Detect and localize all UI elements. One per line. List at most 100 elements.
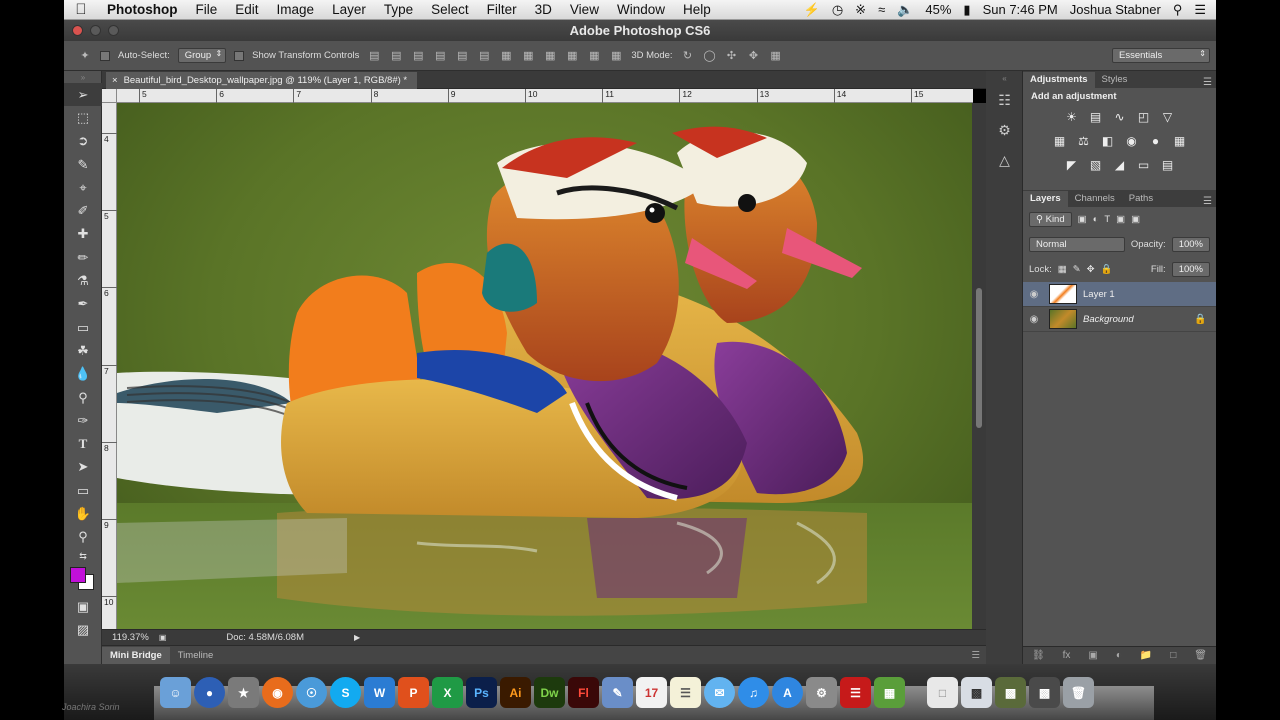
tab-adjustments[interactable]: Adjustments xyxy=(1023,72,1095,88)
quick-select-tool-icon[interactable]: ✎ xyxy=(64,153,102,176)
image-stack-icon[interactable]: ▩ xyxy=(995,677,1026,708)
photo-filter-icon[interactable]: ◉ xyxy=(1122,131,1142,151)
tools-panel-header[interactable]: » xyxy=(64,71,102,83)
paint-bucket-tool-icon[interactable]: ☘ xyxy=(64,339,102,362)
itunes-icon[interactable]: ♫ xyxy=(738,677,769,708)
screenshot-icon[interactable]: ▩ xyxy=(961,677,992,708)
distribute-vcenter-icon[interactable]: ▦ xyxy=(521,49,535,63)
menu-user[interactable]: Joshua Stabner xyxy=(1070,2,1161,17)
excel-icon[interactable]: X xyxy=(432,677,463,708)
3d-drag-icon[interactable]: ✣ xyxy=(725,49,739,63)
system-preferences-icon[interactable]: ⚙ xyxy=(806,677,837,708)
menu-edit[interactable]: Edit xyxy=(226,2,267,17)
healing-brush-tool-icon[interactable]: ✚ xyxy=(64,223,102,246)
firefox-icon[interactable]: ◉ xyxy=(262,677,293,708)
layer-kind-filter[interactable]: ⚲ Kind xyxy=(1029,212,1072,227)
gradient-map-icon[interactable]: ▭ xyxy=(1134,155,1154,175)
close-window-button[interactable] xyxy=(72,25,83,36)
screen-mode-icon[interactable]: ▨ xyxy=(64,618,102,641)
bluetooth-icon[interactable]: ※ xyxy=(855,2,866,18)
bottom-panel-menu-icon[interactable]: ☰ xyxy=(971,650,986,661)
layer-visibility-eye-icon[interactable]: ◉ xyxy=(1023,289,1045,300)
tab-styles[interactable]: Styles xyxy=(1095,72,1135,88)
skype-icon[interactable]: S xyxy=(330,677,361,708)
threshold-icon[interactable]: ◢ xyxy=(1110,155,1130,175)
adjustment-filter-icon[interactable]: ◐ xyxy=(1093,214,1099,225)
minimize-window-button[interactable] xyxy=(90,25,101,36)
menu-view[interactable]: View xyxy=(561,2,608,17)
battery-status[interactable]: 45% xyxy=(925,2,951,17)
align-hcenter-icon[interactable]: ▤ xyxy=(455,49,469,63)
eraser-tool-icon[interactable]: ▭ xyxy=(64,316,102,339)
layer-row-background[interactable]: ◉ Background 🔒 xyxy=(1023,307,1216,332)
vibrance-icon[interactable]: ▽ xyxy=(1158,107,1178,127)
smart-object-filter-icon[interactable]: ▣ xyxy=(1131,214,1140,225)
launchpad-icon[interactable]: ★ xyxy=(228,677,259,708)
quick-mask-icon[interactable]: ▣ xyxy=(64,595,102,618)
photoshop-icon[interactable]: Ps xyxy=(466,677,497,708)
powerpoint-icon[interactable]: P xyxy=(398,677,429,708)
layer-name[interactable]: Background xyxy=(1083,314,1194,325)
menu-filter[interactable]: Filter xyxy=(478,2,526,17)
close-tab-icon[interactable]: × xyxy=(112,72,118,89)
menu-clock[interactable]: Sun 7:46 PM xyxy=(983,2,1058,17)
ruler-corner[interactable] xyxy=(102,89,117,103)
3d-slide-icon[interactable]: ✥ xyxy=(747,49,761,63)
brush-tool-icon[interactable]: ✏ xyxy=(64,246,102,269)
menu-image[interactable]: Image xyxy=(268,2,324,17)
3d-panel-icon[interactable]: △ xyxy=(986,145,1023,175)
move-tool-icon[interactable]: ➢ xyxy=(64,83,102,107)
menu-app-name[interactable]: Photoshop xyxy=(98,2,187,17)
layer-name[interactable]: Layer 1 xyxy=(1083,289,1216,300)
downloads-stack-icon[interactable]: ▩ xyxy=(1029,677,1060,708)
dodge-tool-icon[interactable]: ⚲ xyxy=(64,386,102,409)
channel-mixer-icon[interactable]: ● xyxy=(1146,131,1166,151)
volume-icon[interactable]: 🔈 xyxy=(897,2,913,18)
notes-icon[interactable]: ☰ xyxy=(670,677,701,708)
export-icon[interactable]: ▣ xyxy=(159,633,167,642)
3d-rotate-icon[interactable]: ↻ xyxy=(681,49,695,63)
color-lookup-icon[interactable]: ▦ xyxy=(1170,131,1190,151)
exposure-icon[interactable]: ◰ xyxy=(1134,107,1154,127)
path-selection-tool-icon[interactable]: ➤ xyxy=(64,456,102,479)
lock-image-icon[interactable]: ✎ xyxy=(1073,264,1081,275)
word-icon[interactable]: W xyxy=(364,677,395,708)
dreamweaver-icon[interactable]: Dw xyxy=(534,677,565,708)
color-balance-icon[interactable]: ⚖ xyxy=(1074,131,1094,151)
brightness-contrast-icon[interactable]: ☀ xyxy=(1062,107,1082,127)
tab-paths[interactable]: Paths xyxy=(1122,191,1160,207)
align-left-icon[interactable]: ▤ xyxy=(433,49,447,63)
transform-controls-checkbox[interactable] xyxy=(234,50,245,61)
status-menu-arrow-icon[interactable]: ▶ xyxy=(354,633,360,642)
zoom-level[interactable]: 119.37% xyxy=(112,632,149,643)
clone-stamp-tool-icon[interactable]: ⚗ xyxy=(64,269,102,292)
calendar-icon[interactable]: 17 xyxy=(636,677,667,708)
vertical-ruler[interactable]: 4567891011 xyxy=(102,103,117,684)
new-layer-icon[interactable]: □ xyxy=(1170,650,1176,661)
add-mask-icon[interactable]: ▣ xyxy=(1088,650,1097,661)
blend-mode-dropdown[interactable]: Normal xyxy=(1029,237,1125,252)
crop-tool-icon[interactable]: ⌖ xyxy=(64,176,102,199)
distribute-hcenter-icon[interactable]: ▦ xyxy=(587,49,601,63)
vertical-scrollbar[interactable] xyxy=(972,103,986,629)
properties-panel-icon[interactable]: ⚙ xyxy=(986,115,1023,145)
new-adjustment-layer-icon[interactable]: ◐ xyxy=(1116,650,1122,661)
layer-style-icon[interactable]: fx xyxy=(1063,650,1071,661)
invert-icon[interactable]: ◤ xyxy=(1062,155,1082,175)
history-brush-tool-icon[interactable]: ✒ xyxy=(64,293,102,316)
wifi-icon[interactable]: ≈ xyxy=(878,2,885,17)
marquee-tool-icon[interactable]: ⬚ xyxy=(64,106,102,129)
document-canvas[interactable] xyxy=(117,103,972,629)
menu-window[interactable]: Window xyxy=(608,2,674,17)
blur-tool-icon[interactable]: 💧 xyxy=(64,363,102,386)
trash-icon[interactable]: 🗑 xyxy=(1063,677,1094,708)
opacity-field[interactable]: 100% xyxy=(1171,237,1210,252)
lock-transparent-icon[interactable]: ▦ xyxy=(1058,264,1067,275)
menu-select[interactable]: Select xyxy=(422,2,478,17)
link-layers-icon[interactable]: ⛓ xyxy=(1032,650,1045,661)
swap-colors-icon[interactable]: ⇆ xyxy=(64,549,102,565)
pixel-filter-icon[interactable]: ▣ xyxy=(1078,214,1087,225)
preview-icon[interactable]: ✎ xyxy=(602,677,633,708)
zoom-window-button[interactable] xyxy=(108,25,119,36)
distribute-top-icon[interactable]: ▦ xyxy=(499,49,513,63)
